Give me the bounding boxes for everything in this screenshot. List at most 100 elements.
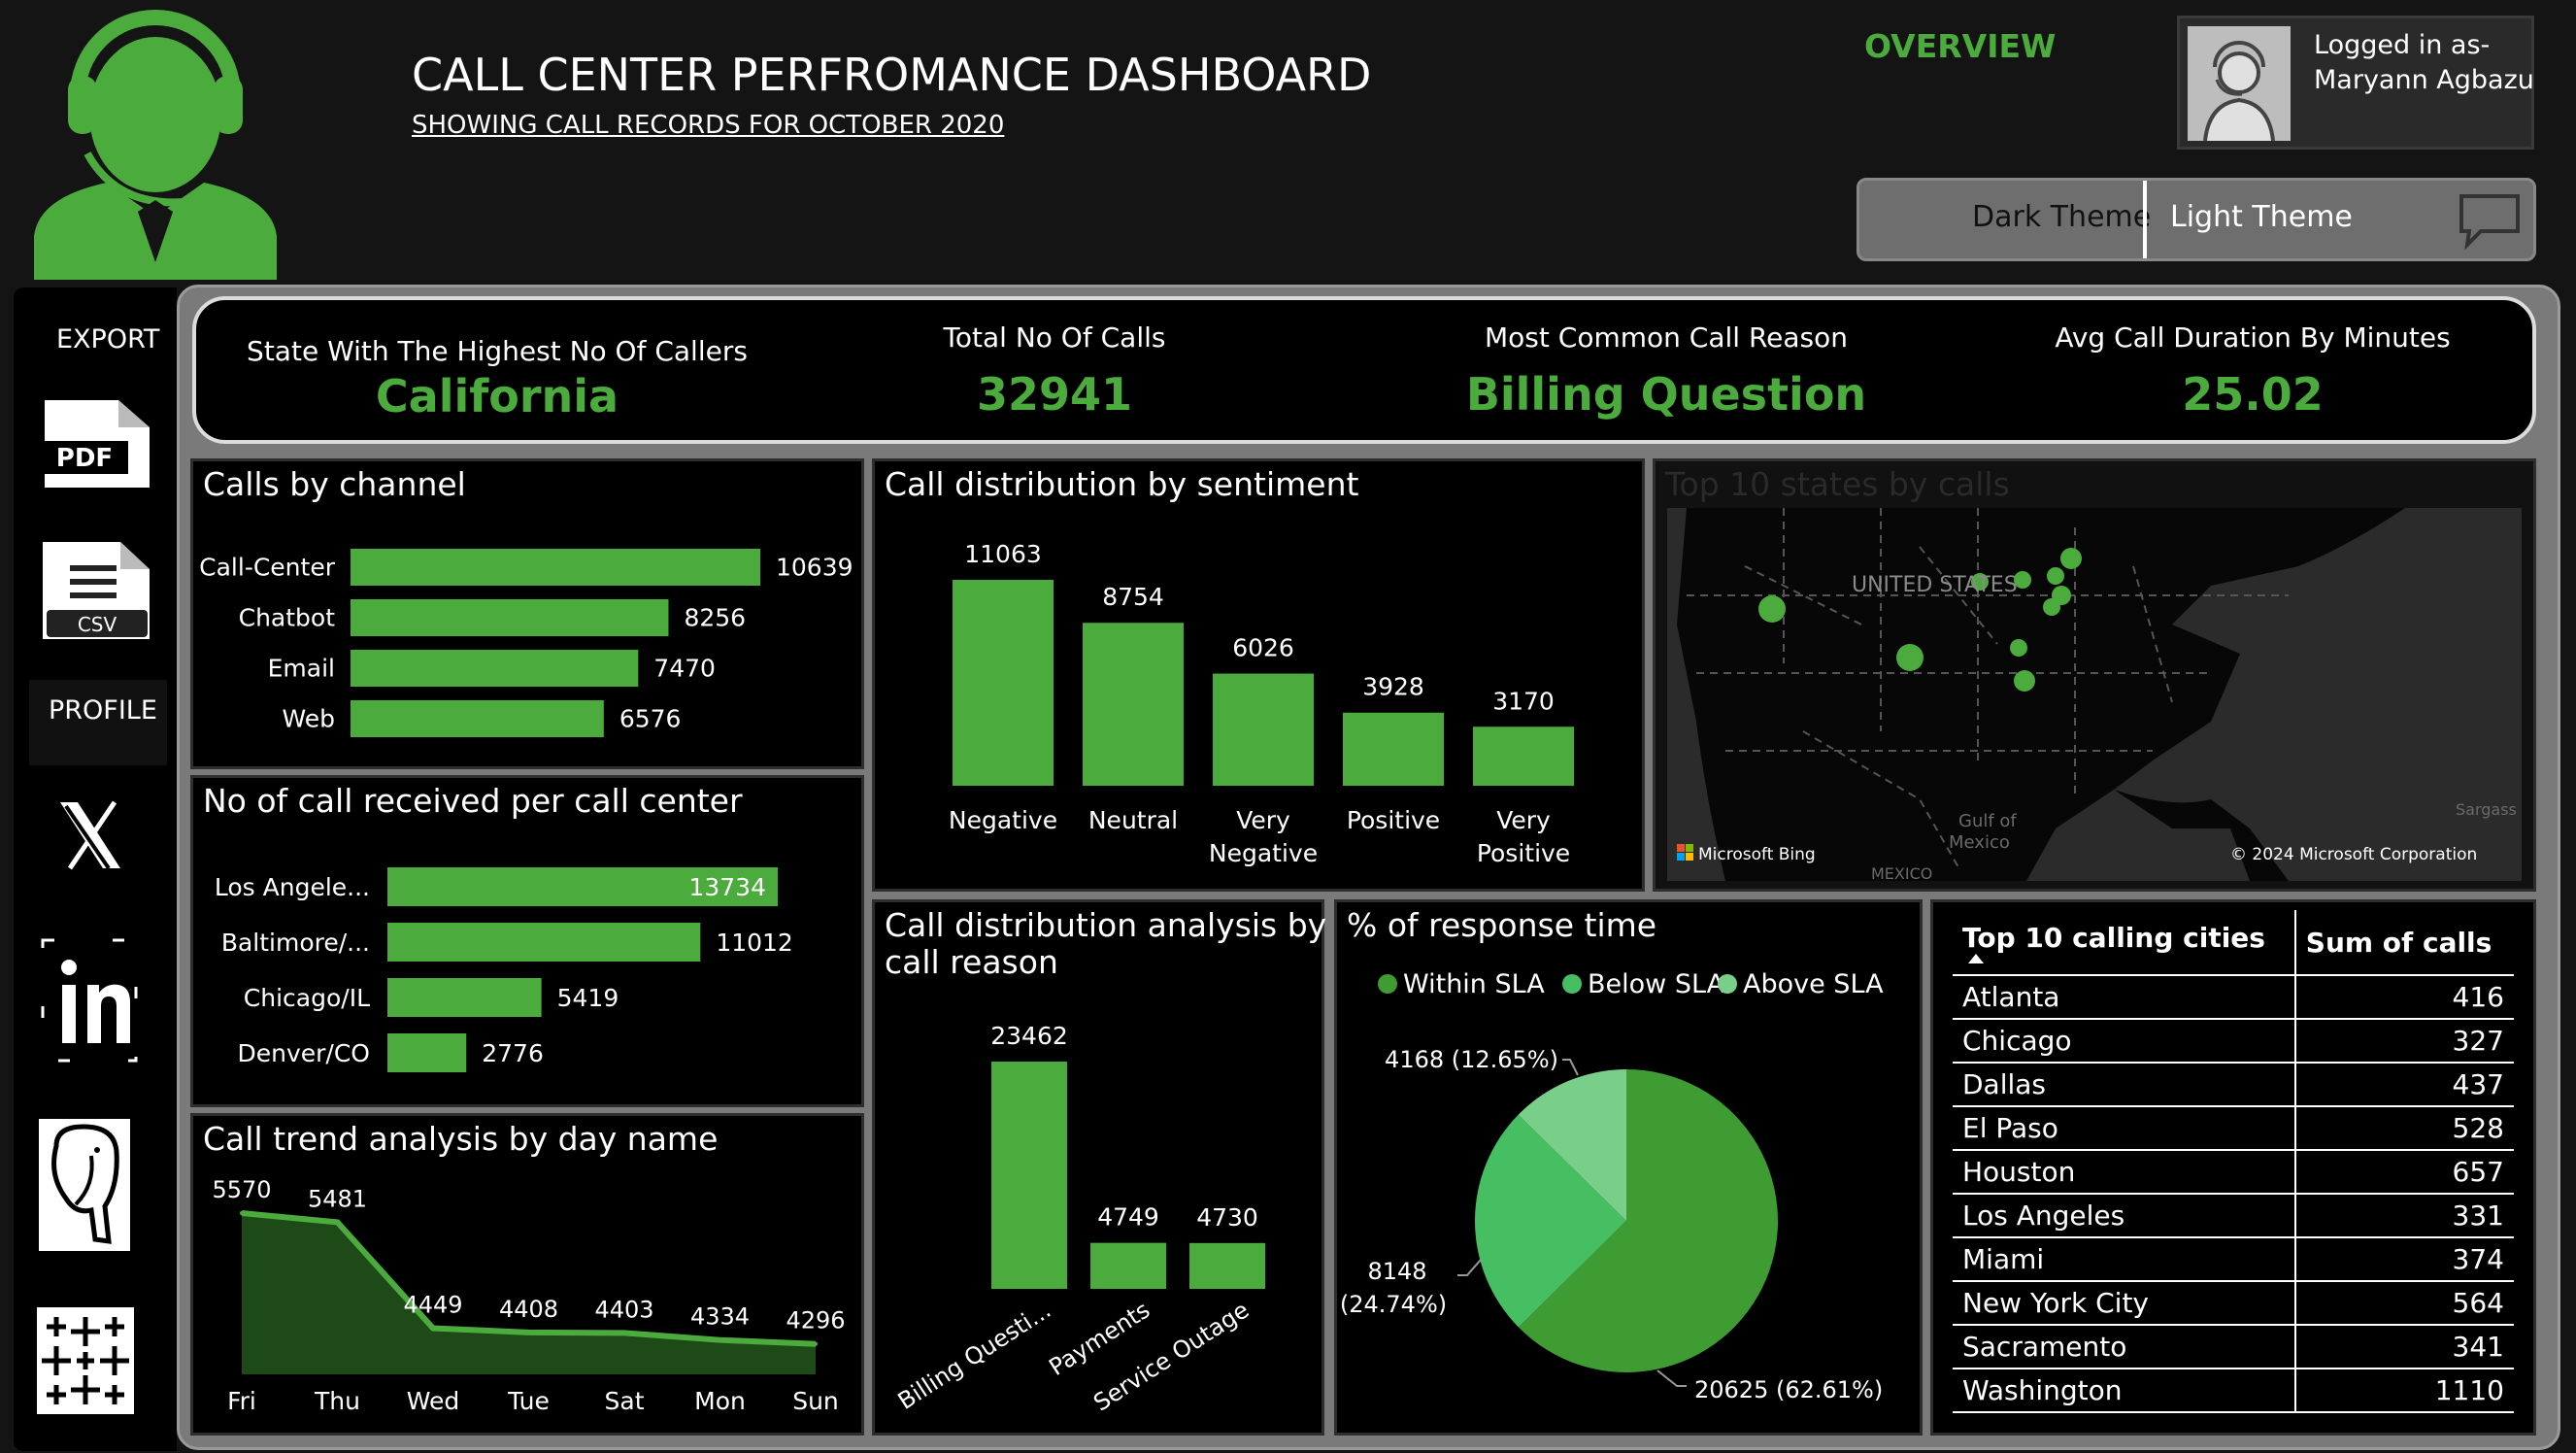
- postgresql-elephant-icon: [39, 1119, 130, 1251]
- csv-label: CSV: [78, 613, 117, 636]
- legend-label: Above SLA: [1743, 969, 1884, 999]
- table-row[interactable]: Houston 657: [1953, 1150, 2514, 1195]
- bar-data-label: 5419: [557, 984, 619, 1012]
- call-trend-panel: Call trend analysis by day name 5570 Fri 5…: [190, 1113, 864, 1436]
- pdf-label: PDF: [56, 444, 113, 473]
- theme-divider: [2143, 181, 2147, 258]
- table-row[interactable]: Atlanta 416: [1953, 975, 2514, 1020]
- bar-data-label: 6026: [1232, 634, 1294, 662]
- table-row[interactable]: New York City 564: [1953, 1281, 2514, 1326]
- theme-light-button[interactable]: Light Theme: [2170, 200, 2353, 234]
- postgresql-link[interactable]: [37, 1117, 161, 1253]
- table-header-sum[interactable]: Sum of calls: [2293, 910, 2514, 976]
- kpi-reason-value: Billing Question: [1465, 368, 1867, 421]
- export-pdf-button[interactable]: PDF: [37, 396, 161, 491]
- legend-marker: [1562, 974, 1582, 994]
- bar-category-label: Negative: [1209, 839, 1318, 867]
- city-cell: Dallas: [1953, 1063, 2295, 1107]
- table-row[interactable]: Los Angeles 331: [1953, 1194, 2514, 1238]
- bar-data-label: 8754: [1102, 583, 1164, 611]
- calls-by-channel-panel: Calls by channel Call-Center 10639 Chatbot…: [190, 458, 864, 769]
- sum-cell: 374: [2293, 1237, 2514, 1282]
- kpi-calls-label: Total No Of Calls: [943, 321, 1166, 354]
- bar: [351, 650, 639, 687]
- theme-switcher: Dark Theme Light Theme: [1857, 178, 2536, 261]
- bar-data-label: 23462: [990, 1022, 1068, 1050]
- table-row[interactable]: Dallas 437: [1953, 1063, 2514, 1107]
- bar-data-label: 10639: [776, 553, 853, 581]
- tableau-link[interactable]: [37, 1307, 161, 1414]
- nav-overview[interactable]: OVERVIEW: [1864, 27, 2056, 65]
- map-gulf-label-2: Mexico: [1949, 832, 2010, 853]
- theme-dark-button[interactable]: Dark Theme: [1972, 200, 2151, 234]
- bar-category-label: Negative: [949, 806, 1057, 834]
- response-time-chart: Within SLA Below SLA Above SLA 20625 (62.61…: [1340, 969, 1884, 1403]
- bar: [351, 700, 604, 737]
- bar: [1083, 623, 1184, 786]
- table-row[interactable]: Miami 374: [1953, 1237, 2514, 1282]
- bar-category-label: Chatbot: [239, 603, 336, 631]
- bar: [1213, 673, 1314, 786]
- legend-marker: [1718, 974, 1737, 994]
- table-row[interactable]: El Paso 528: [1953, 1106, 2514, 1151]
- calls-by-channel-chart: Call-Center 10639 Chatbot 8256 Email 7470 Web 6…: [199, 549, 853, 737]
- sort-ascending-icon[interactable]: [1968, 953, 1984, 963]
- trend-data-label: 4449: [403, 1292, 462, 1319]
- pie-data-label: (24.74%): [1340, 1291, 1447, 1318]
- bar-data-label: 4749: [1097, 1203, 1159, 1232]
- x-logo-icon: [45, 789, 134, 882]
- kpi-bar: State With The Highest No Of Callers Cal…: [192, 296, 2536, 444]
- kpi-duration-value: 25.02: [2182, 368, 2324, 421]
- page-title: CALL CENTER PERFROMANCE DASHBOARD: [412, 49, 1372, 101]
- table-row[interactable]: Chicago 327: [1953, 1019, 2514, 1064]
- city-cell: Washington: [1953, 1369, 2295, 1413]
- trend-point: [718, 1337, 722, 1342]
- user-headset-icon: [2203, 41, 2275, 142]
- kpi-state-value: California: [375, 370, 619, 422]
- trend-point: [431, 1326, 435, 1331]
- trend-data-label: 4408: [499, 1296, 558, 1323]
- headset-agent-icon: [34, 10, 277, 280]
- sum-cell: 416: [2293, 975, 2514, 1020]
- us-map[interactable]: UNITED STATES Gulf of Mexico MEXICO Sarg…: [1667, 508, 2522, 881]
- avatar: [2188, 26, 2291, 142]
- trend-point: [622, 1331, 626, 1335]
- bar-category-label: Chicago/IL: [244, 984, 370, 1012]
- profile-section: PROFILE: [29, 680, 167, 765]
- trend-point: [240, 1211, 244, 1215]
- trend-data-label: 4403: [594, 1296, 653, 1323]
- bar-category-label: Positive: [1347, 806, 1440, 834]
- legend-label: Below SLA: [1588, 969, 1725, 999]
- user-line-2: Maryann Agbazu: [2314, 65, 2534, 95]
- legend-marker: [1378, 974, 1397, 994]
- table-row[interactable]: Washington 1110: [1953, 1369, 2514, 1413]
- table-row[interactable]: Sacramento 341: [1953, 1325, 2514, 1369]
- sum-cell: 331: [2293, 1194, 2514, 1238]
- sum-cell: 657: [2293, 1150, 2514, 1195]
- x-profile-link[interactable]: [37, 789, 161, 882]
- bar: [1473, 726, 1574, 786]
- user-card: Logged in as- Maryann Agbazu: [2177, 16, 2534, 150]
- top-cities-panel: Top 10 calling cities Sum of calls Atlan…: [1930, 899, 2536, 1436]
- city-cell: Sacramento: [1953, 1325, 2295, 1369]
- bar-data-label: 11063: [964, 540, 1042, 568]
- linkedin-profile-link[interactable]: [37, 938, 161, 1064]
- table-header-city[interactable]: Top 10 calling cities: [1953, 910, 2295, 976]
- export-csv-button[interactable]: CSV: [37, 540, 161, 641]
- call-center-chart: Los Angele... 13734 Baltimore/... 11012 Chic…: [215, 867, 793, 1072]
- bar: [991, 1062, 1067, 1289]
- top-cities-table: Top 10 calling cities Sum of calls Atlan…: [1953, 910, 2514, 1413]
- trend-data-label: 4296: [786, 1307, 845, 1335]
- page-subtitle[interactable]: SHOWING CALL RECORDS FOR OCTOBER 2020: [412, 111, 1004, 140]
- pie-data-label: 20625 (62.61%): [1694, 1376, 1883, 1403]
- kpi-calls-value: 32941: [976, 368, 1133, 421]
- trend-data-label: 4334: [690, 1303, 750, 1331]
- city-cell: New York City: [1953, 1281, 2295, 1326]
- chat-bubble-icon[interactable]: [2456, 190, 2524, 251]
- sentiment-chart: 11063 Negative 8754 Neutral 6026 Very Negative…: [949, 540, 1574, 867]
- bar-category-label: Neutral: [1088, 806, 1178, 834]
- map-gulf-label-1: Gulf of: [1958, 811, 2017, 831]
- response-time-panel: % of response time Within SLA Below SLA Ab…: [1334, 899, 1923, 1436]
- sentiment-panel: Call distribution by sentiment 11063 Nega…: [872, 458, 1645, 892]
- bar: [1189, 1242, 1265, 1289]
